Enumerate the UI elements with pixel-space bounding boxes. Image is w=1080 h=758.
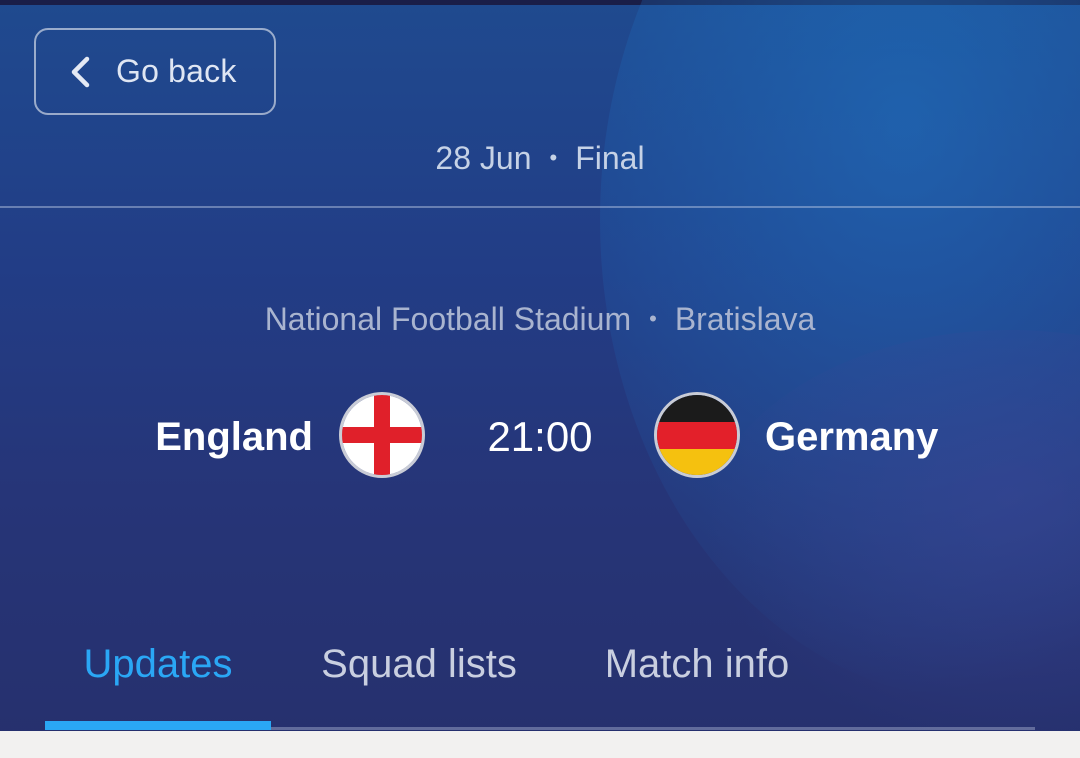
tab-squad-lists[interactable]: Squad lists	[279, 632, 559, 696]
match-date-line: 28 Jun • Final	[0, 135, 1080, 181]
home-team-name[interactable]: England	[155, 408, 313, 466]
match-tabs: Updates Squad lists Match info	[45, 632, 829, 696]
chevron-left-icon	[71, 56, 90, 87]
match-date: 28 Jun	[435, 139, 532, 176]
separator-dot: •	[549, 145, 558, 170]
go-back-button[interactable]: Go back	[34, 28, 276, 115]
match-screen: Go back 28 Jun • Final National Football…	[0, 0, 1080, 758]
germany-flag-icon[interactable]	[654, 392, 740, 478]
away-team-name[interactable]: Germany	[765, 408, 938, 466]
venue-name: National Football Stadium	[264, 300, 632, 337]
match-stage: Final	[575, 139, 645, 176]
separator-dot: •	[649, 306, 657, 331]
go-back-label: Go back	[116, 53, 237, 89]
england-flag-icon[interactable]	[339, 392, 425, 478]
kickoff-time: 21:00	[487, 413, 593, 460]
venue-city: Bratislava	[674, 300, 816, 337]
tab-updates[interactable]: Updates	[45, 632, 271, 696]
header-divider	[0, 206, 1080, 208]
tab-match-info[interactable]: Match info	[565, 632, 829, 696]
venue-line: National Football Stadium • Bratislava	[0, 296, 1080, 342]
tab-active-indicator	[45, 721, 271, 730]
content-area-top	[0, 731, 1080, 758]
